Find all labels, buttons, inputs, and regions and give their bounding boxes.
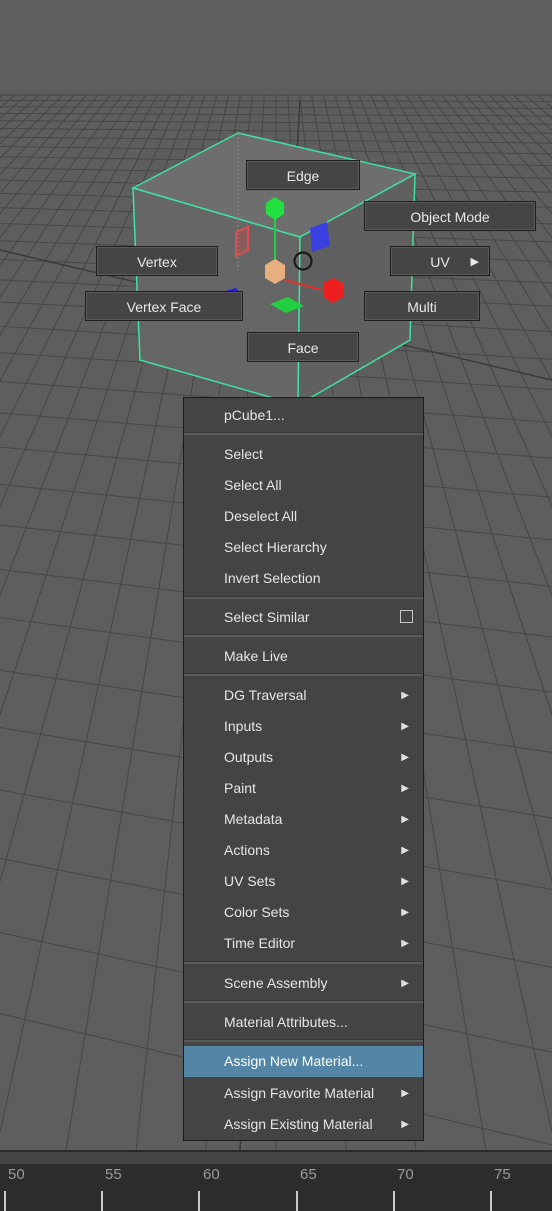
timeline-ruler[interactable]: 50 55 60 65 70 75 [0, 1164, 552, 1211]
menu-item-label: DG Traversal [224, 687, 307, 703]
marking-multi-button[interactable]: Multi [364, 291, 480, 321]
menu-item-assign-new-material[interactable]: Assign New Material... [184, 1046, 423, 1077]
menu-item-invert-selection[interactable]: Invert Selection [184, 563, 423, 594]
timeline-label: 70 [397, 1166, 414, 1183]
menu-item-material-attributes[interactable]: Material Attributes... [184, 1007, 423, 1038]
timeline-tick [296, 1191, 298, 1211]
checkbox-icon[interactable] [400, 610, 413, 623]
menu-item-label: Metadata [224, 811, 283, 827]
menu-item-metadata[interactable]: Metadata ▶ [184, 804, 423, 835]
time-slider[interactable]: 50 55 60 65 70 75 [0, 1150, 552, 1211]
timeline-label: 60 [203, 1166, 220, 1183]
menu-item-label: Inputs [224, 718, 263, 734]
timeline-label: 75 [494, 1166, 511, 1183]
menu-item-select-all[interactable]: Select All [184, 470, 423, 501]
menu-item-label: UV Sets [224, 873, 276, 889]
menu-item-dg-traversal[interactable]: DG Traversal ▶ [184, 680, 423, 711]
menu-item-time-editor[interactable]: Time Editor ▶ [184, 928, 423, 959]
menu-item-actions[interactable]: Actions ▶ [184, 835, 423, 866]
submenu-arrow-icon: ▶ [401, 752, 409, 763]
menu-divider [184, 596, 423, 599]
submenu-arrow-icon: ▶ [401, 978, 409, 989]
menu-item-inputs[interactable]: Inputs ▶ [184, 711, 423, 742]
submenu-arrow-icon: ▶ [401, 783, 409, 794]
menu-item-paint[interactable]: Paint ▶ [184, 773, 423, 804]
marking-vertex-face-button[interactable]: Vertex Face [85, 291, 243, 321]
menu-item-label: Select All [224, 477, 282, 493]
menu-item-uv-sets[interactable]: UV Sets ▶ [184, 866, 423, 897]
viewport-3d[interactable]: Edge Object Mode Vertex UV ▶ Vertex Face… [0, 0, 552, 1150]
timeline-tick [198, 1191, 200, 1211]
menu-divider [184, 1039, 423, 1042]
marking-edge-button[interactable]: Edge [246, 160, 360, 190]
menu-item-label: Paint [224, 780, 256, 796]
menu-item-deselect-all[interactable]: Deselect All [184, 501, 423, 532]
submenu-arrow-icon: ▶ [401, 1088, 409, 1099]
timeline-tick [101, 1191, 103, 1211]
menu-item-label: pCube1... [224, 407, 285, 423]
menu-item-select-similar[interactable]: Select Similar [184, 602, 423, 633]
menu-item-assign-favorite-material[interactable]: Assign Favorite Material ▶ [184, 1078, 423, 1109]
submenu-arrow-icon: ▶ [401, 814, 409, 825]
submenu-arrow-icon: ▶ [401, 845, 409, 856]
marking-uv-label: UV [430, 254, 450, 270]
menu-item-label: Outputs [224, 749, 274, 765]
menu-item-select-hierarchy[interactable]: Select Hierarchy [184, 532, 423, 563]
menu-divider [184, 1000, 423, 1003]
menu-item-label: Select [224, 446, 263, 462]
marking-face-button[interactable]: Face [247, 332, 359, 362]
menu-item-scene-assembly[interactable]: Scene Assembly ▶ [184, 968, 423, 999]
submenu-arrow-icon: ▶ [401, 907, 409, 918]
menu-item-label: Color Sets [224, 904, 290, 920]
menu-item-label: Time Editor [224, 935, 296, 951]
timeline-label: 50 [8, 1166, 25, 1183]
submenu-arrow-icon: ▶ [401, 1119, 409, 1130]
menu-item-label: Actions [224, 842, 270, 858]
marking-vertex-button[interactable]: Vertex [96, 246, 218, 276]
timeline-tick [4, 1191, 6, 1211]
menu-item-label: Select Similar [224, 609, 310, 625]
submenu-arrow-icon: ▶ [401, 876, 409, 887]
timeline-tick [393, 1191, 395, 1211]
submenu-arrow-icon: ▶ [401, 938, 409, 949]
marking-object-mode-button[interactable]: Object Mode [364, 201, 536, 231]
menu-item-make-live[interactable]: Make Live [184, 641, 423, 672]
menu-item-outputs[interactable]: Outputs ▶ [184, 742, 423, 773]
menu-item-label: Invert Selection [224, 570, 321, 586]
menu-divider [184, 673, 423, 676]
menu-item-label: Select Hierarchy [224, 539, 327, 555]
menu-item-label: Assign Existing Material [224, 1116, 373, 1132]
context-menu: pCube1... Select Select All Deselect All… [183, 397, 424, 1141]
menu-item-label: Deselect All [224, 508, 298, 524]
marking-uv-button[interactable]: UV ▶ [390, 246, 490, 276]
menu-item-label: Make Live [224, 648, 288, 664]
submenu-arrow-icon: ▶ [401, 721, 409, 732]
menu-item-assign-existing-material[interactable]: Assign Existing Material ▶ [184, 1109, 423, 1140]
menu-divider [184, 961, 423, 964]
menu-divider [184, 634, 423, 637]
menu-item-color-sets[interactable]: Color Sets ▶ [184, 897, 423, 928]
menu-divider [184, 432, 423, 435]
timeline-tick [490, 1191, 492, 1211]
menu-item-object-name[interactable]: pCube1... [184, 400, 423, 431]
menu-item-label: Assign Favorite Material [224, 1085, 375, 1101]
menu-item-label: Assign New Material... [224, 1053, 364, 1069]
menu-item-label: Material Attributes... [224, 1014, 348, 1030]
timeline-label: 55 [105, 1166, 122, 1183]
submenu-arrow-icon: ▶ [470, 256, 479, 268]
submenu-arrow-icon: ▶ [401, 690, 409, 701]
menu-item-label: Scene Assembly [224, 975, 328, 991]
timeline-label: 65 [300, 1166, 317, 1183]
menu-item-select[interactable]: Select [184, 439, 423, 470]
